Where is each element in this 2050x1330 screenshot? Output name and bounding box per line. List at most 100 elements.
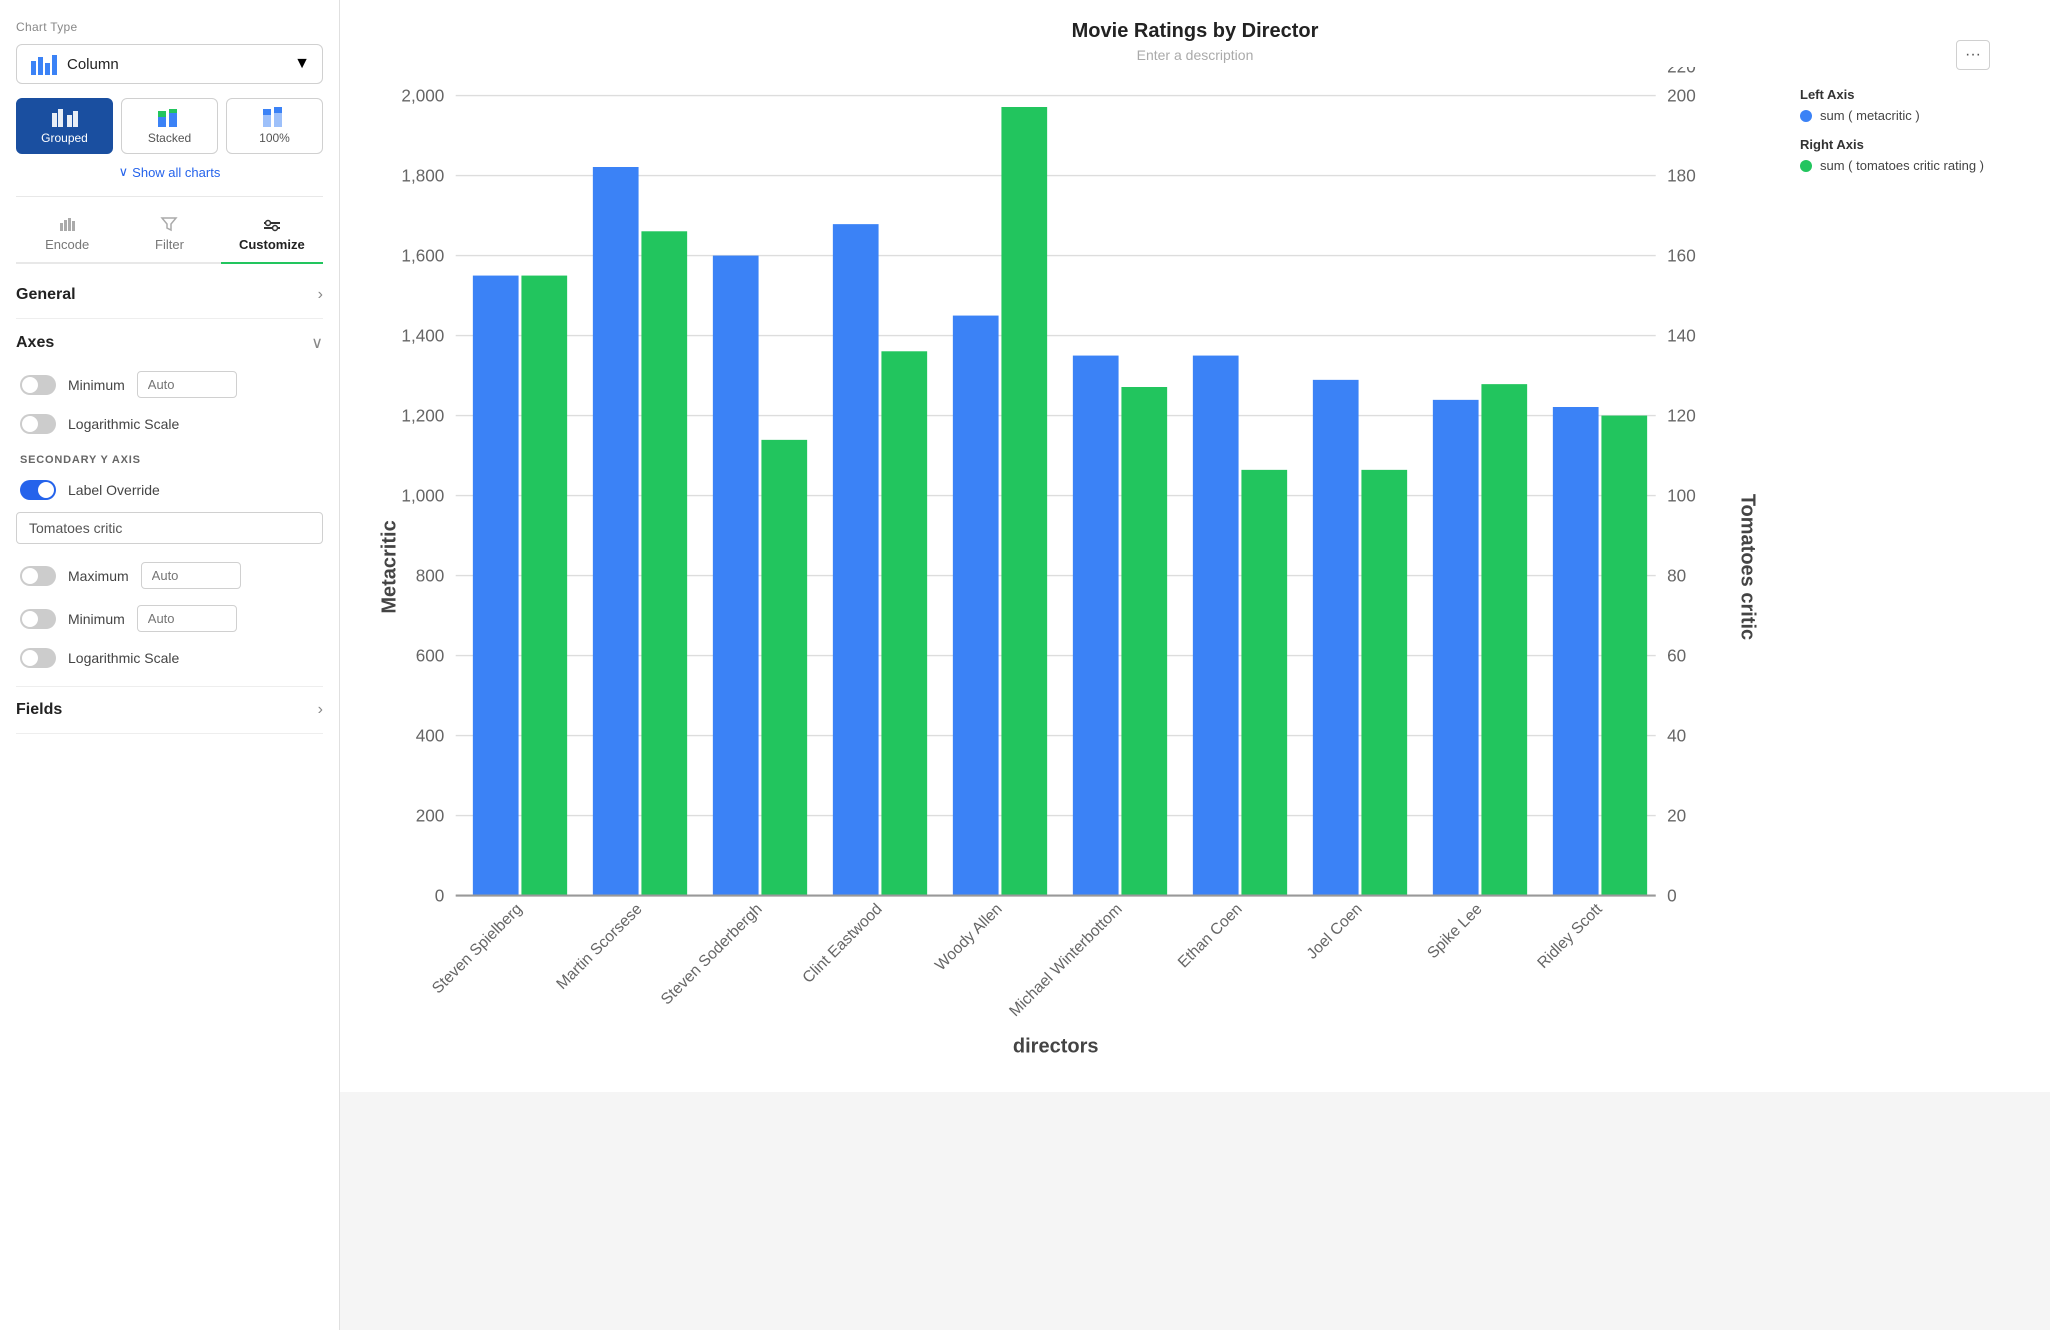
- general-section[interactable]: General ›: [16, 272, 323, 319]
- fields-section[interactable]: Fields ›: [16, 687, 323, 734]
- general-title: General: [16, 286, 76, 304]
- minimum-row: Minimum: [16, 363, 323, 406]
- svg-text:0: 0: [1667, 885, 1677, 905]
- stacked-icon: [155, 107, 185, 127]
- axes-header[interactable]: Axes ∨: [16, 319, 323, 363]
- tomatoes-dot: [1800, 160, 1812, 172]
- svg-text:0: 0: [435, 885, 445, 905]
- maximum-toggle[interactable]: [20, 566, 56, 586]
- legend-area: Left Axis sum ( metacritic ) Right Axis …: [1800, 67, 2020, 181]
- svg-text:100: 100: [1667, 485, 1696, 505]
- svg-text:20: 20: [1667, 805, 1686, 825]
- tab-encode[interactable]: Encode: [16, 207, 118, 262]
- label-override-input[interactable]: [16, 512, 323, 544]
- filter-icon: [160, 215, 178, 233]
- bar-winterbottom-meta: [1073, 356, 1119, 896]
- chart-type-label: Chart Type: [16, 20, 323, 34]
- log-scale-label: Logarithmic Scale: [68, 416, 179, 432]
- svg-text:200: 200: [1667, 85, 1696, 105]
- chart-type-text: Column: [67, 56, 119, 73]
- ellipsis-icon: ···: [1965, 46, 1981, 64]
- svg-text:40: 40: [1667, 725, 1686, 745]
- 100pct-icon: [260, 107, 290, 127]
- bar-allen-meta: [953, 316, 999, 896]
- maximum-row: Maximum: [16, 554, 323, 597]
- bar-spielberg-tom: [521, 276, 567, 896]
- bar-joel-meta: [1313, 380, 1359, 896]
- metacritic-dot: [1800, 110, 1812, 122]
- general-chevron-icon: ›: [318, 286, 323, 304]
- bar-scorsese-meta: [593, 167, 639, 896]
- metacritic-legend-label: sum ( metacritic ): [1820, 108, 1920, 123]
- svg-text:Steven Spielberg: Steven Spielberg: [429, 901, 526, 998]
- left-axis-legend-title: Left Axis: [1800, 87, 2020, 102]
- minimum2-label: Minimum: [68, 611, 125, 627]
- svg-text:180: 180: [1667, 165, 1696, 185]
- minimum2-toggle[interactable]: [20, 609, 56, 629]
- bar-scorsese-tom: [641, 231, 687, 895]
- minimum-label: Minimum: [68, 377, 125, 393]
- bar-spike-tom: [1481, 384, 1527, 895]
- 100pct-label: 100%: [259, 131, 290, 145]
- chart-title-area: Movie Ratings by Director Enter a descri…: [370, 20, 2020, 63]
- label-override-toggle[interactable]: [20, 480, 56, 500]
- minimum2-input[interactable]: [137, 605, 237, 632]
- minimum-input[interactable]: [137, 371, 237, 398]
- svg-text:1,400: 1,400: [401, 325, 444, 345]
- bar-chart: Metacritic Tomatoes critic: [370, 67, 1770, 1067]
- svg-text:800: 800: [416, 565, 445, 585]
- chart-area: Metacritic Tomatoes critic: [370, 67, 1770, 1072]
- tab-customize[interactable]: Customize: [221, 207, 323, 262]
- variant-grouped[interactable]: Grouped: [16, 98, 113, 154]
- minimum-toggle[interactable]: [20, 375, 56, 395]
- chart-variants: Grouped Stacked 100%: [16, 98, 323, 154]
- svg-text:1,200: 1,200: [401, 405, 444, 425]
- log-scale2-toggle[interactable]: [20, 648, 56, 668]
- chevron-icon: ∨: [119, 164, 129, 180]
- svg-text:Spike Lee: Spike Lee: [1424, 900, 1486, 962]
- variant-stacked[interactable]: Stacked: [121, 98, 218, 154]
- customize-label: Customize: [239, 237, 305, 252]
- variant-100pct[interactable]: 100%: [226, 98, 323, 154]
- maximum-input[interactable]: [141, 562, 241, 589]
- dropdown-arrow-icon: ▼: [294, 55, 310, 73]
- label-override-row: Label Override: [16, 472, 323, 508]
- svg-text:Metacritic: Metacritic: [379, 520, 401, 613]
- chart-with-legend: Metacritic Tomatoes critic: [370, 67, 2020, 1072]
- tab-filter[interactable]: Filter: [118, 207, 220, 262]
- main-content: Movie Ratings by Director Enter a descri…: [340, 0, 2050, 1092]
- bar-eastwood-tom: [881, 351, 927, 895]
- secondary-y-header: SECONDARY Y AXIS: [20, 454, 319, 466]
- log-scale-toggle[interactable]: [20, 414, 56, 434]
- chart-type-dropdown[interactable]: Column ▼: [16, 44, 323, 84]
- svg-text:Joel Coen: Joel Coen: [1304, 901, 1366, 963]
- bar-spielberg-meta: [473, 276, 519, 896]
- bar-allen-tom: [1001, 107, 1047, 896]
- stacked-label: Stacked: [148, 131, 191, 145]
- bar-ethan-meta: [1193, 356, 1239, 896]
- svg-text:Ridley Scott: Ridley Scott: [1534, 900, 1606, 972]
- maximum-label: Maximum: [68, 568, 129, 584]
- svg-text:1,000: 1,000: [401, 485, 444, 505]
- svg-text:Tomatoes critic: Tomatoes critic: [1736, 494, 1758, 640]
- filter-label: Filter: [155, 237, 184, 252]
- encode-label: Encode: [45, 237, 89, 252]
- log-scale-row: Logarithmic Scale: [16, 406, 323, 442]
- svg-text:220: 220: [1667, 67, 1696, 77]
- axes-title: Axes: [16, 334, 54, 352]
- column-chart-icon: [29, 53, 57, 75]
- encode-icon: [58, 215, 76, 233]
- chart-type-left: Column: [29, 53, 119, 75]
- label-override-label: Label Override: [68, 482, 160, 498]
- chart-menu-button[interactable]: ···: [1956, 40, 1990, 70]
- bar-ridley-meta: [1553, 407, 1599, 896]
- customize-icon: [263, 215, 281, 233]
- show-all-charts-btn[interactable]: ∨ Show all charts: [16, 164, 323, 180]
- svg-text:Clint Eastwood: Clint Eastwood: [800, 901, 886, 987]
- log-scale2-row: Logarithmic Scale: [16, 640, 323, 676]
- svg-text:directors: directors: [1013, 1036, 1099, 1058]
- svg-text:1,800: 1,800: [401, 165, 444, 185]
- svg-text:140: 140: [1667, 325, 1696, 345]
- svg-text:200: 200: [416, 805, 445, 825]
- log-scale2-label: Logarithmic Scale: [68, 650, 179, 666]
